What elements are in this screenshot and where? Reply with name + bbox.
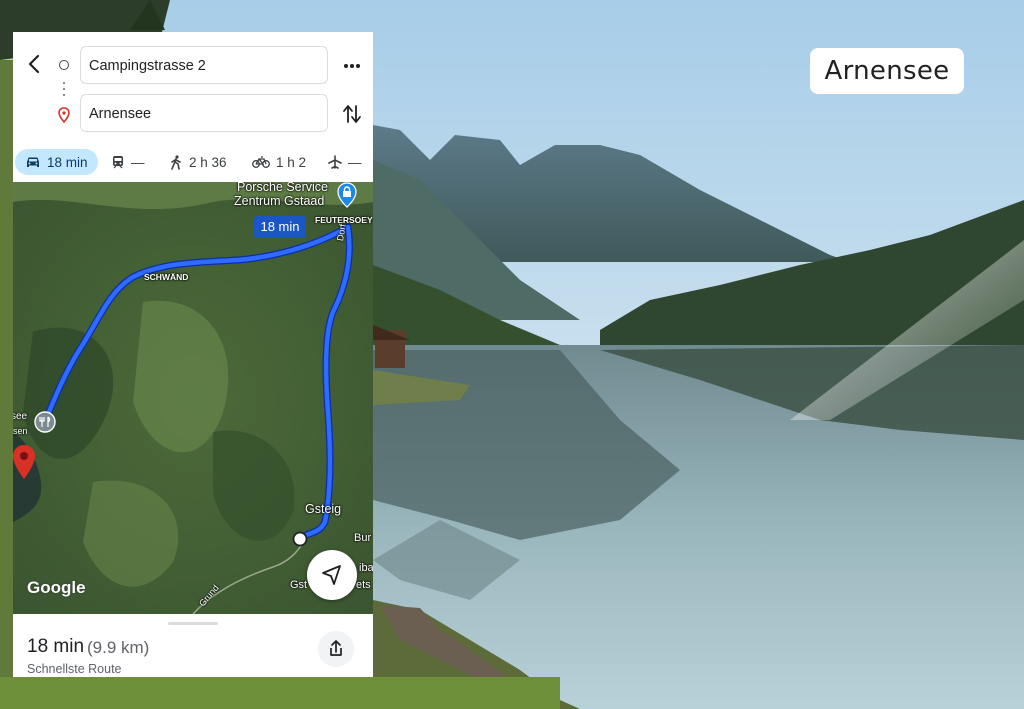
destination-field[interactable]: Arnensee <box>80 94 328 132</box>
maps-directions-panel: Campingstrasse 2 Arnensee 18 min — 2 h 3… <box>13 32 373 677</box>
poi-lock-icon[interactable] <box>336 182 358 208</box>
train-icon <box>113 156 123 169</box>
walk-icon <box>171 154 181 170</box>
map-label-bur: Bur <box>354 532 372 544</box>
sheet-grab-handle[interactable] <box>168 622 218 625</box>
car-icon <box>27 157 39 167</box>
mode-flight[interactable]: — <box>328 149 362 175</box>
route-summary-sheet[interactable]: 18 min (9.9 km) Schnellste Route <box>13 614 373 677</box>
map-label-gsteig: Gsteig <box>305 502 342 516</box>
origin-circle-icon <box>59 60 69 70</box>
route-header: Campingstrasse 2 Arnensee 18 min — 2 h 3… <box>13 32 373 182</box>
travel-mode-bar: 18 min — 2 h 36 1 h 2 — <box>13 148 373 178</box>
navigate-button[interactable] <box>307 550 357 600</box>
mode-walking[interactable]: 2 h 36 <box>169 149 227 175</box>
map-view[interactable]: Porsche Service Zentrum Gstaad 18 min FE… <box>13 182 373 614</box>
map-label-ets: ets <box>356 579 371 591</box>
map-label-sen: sen <box>13 426 28 436</box>
route-distance: (9.9 km) <box>87 638 150 657</box>
destination-pin-icon <box>58 107 70 123</box>
google-logo: Google <box>27 578 86 597</box>
bike-icon <box>252 156 270 168</box>
origin-field[interactable]: Campingstrasse 2 <box>80 46 328 84</box>
more-options-icon[interactable] <box>339 56 365 76</box>
route-time: 18 min <box>27 636 85 657</box>
poi-label-line2: Zentrum Gstaad <box>234 194 325 208</box>
navigation-arrow-icon <box>322 565 341 585</box>
route-subtitle: Schnellste Route <box>27 662 122 676</box>
route-dots-icon <box>63 82 65 100</box>
mode-label: — <box>131 154 145 170</box>
poi-label-line1: Porsche Service <box>237 182 329 194</box>
mode-label: 2 h 36 <box>189 154 227 170</box>
mode-cycling[interactable]: 1 h 2 <box>252 149 306 175</box>
destination-pin-icon[interactable] <box>13 444 37 480</box>
mode-label: — <box>348 154 362 170</box>
map-label-schwand: SCHWÄND <box>144 272 189 282</box>
mode-driving[interactable]: 18 min <box>15 149 98 175</box>
swap-route-icon[interactable] <box>342 102 362 126</box>
mode-label: 1 h 2 <box>276 154 307 170</box>
route-time-chip: 18 min <box>254 216 306 238</box>
location-title-badge: Arnensee <box>810 48 964 94</box>
map-label-iba: iba <box>359 562 373 574</box>
map-label-gsteig-lower: Gst <box>290 579 308 591</box>
plane-icon <box>328 155 342 169</box>
share-button[interactable] <box>318 631 354 667</box>
mode-transit[interactable]: — <box>111 149 145 175</box>
back-arrow-icon[interactable] <box>23 52 47 76</box>
mode-label: 18 min <box>47 154 88 170</box>
restaurant-marker-icon[interactable] <box>34 411 56 433</box>
map-label-see: see <box>13 411 28 422</box>
route-start-marker <box>292 531 308 547</box>
share-icon <box>330 640 342 656</box>
